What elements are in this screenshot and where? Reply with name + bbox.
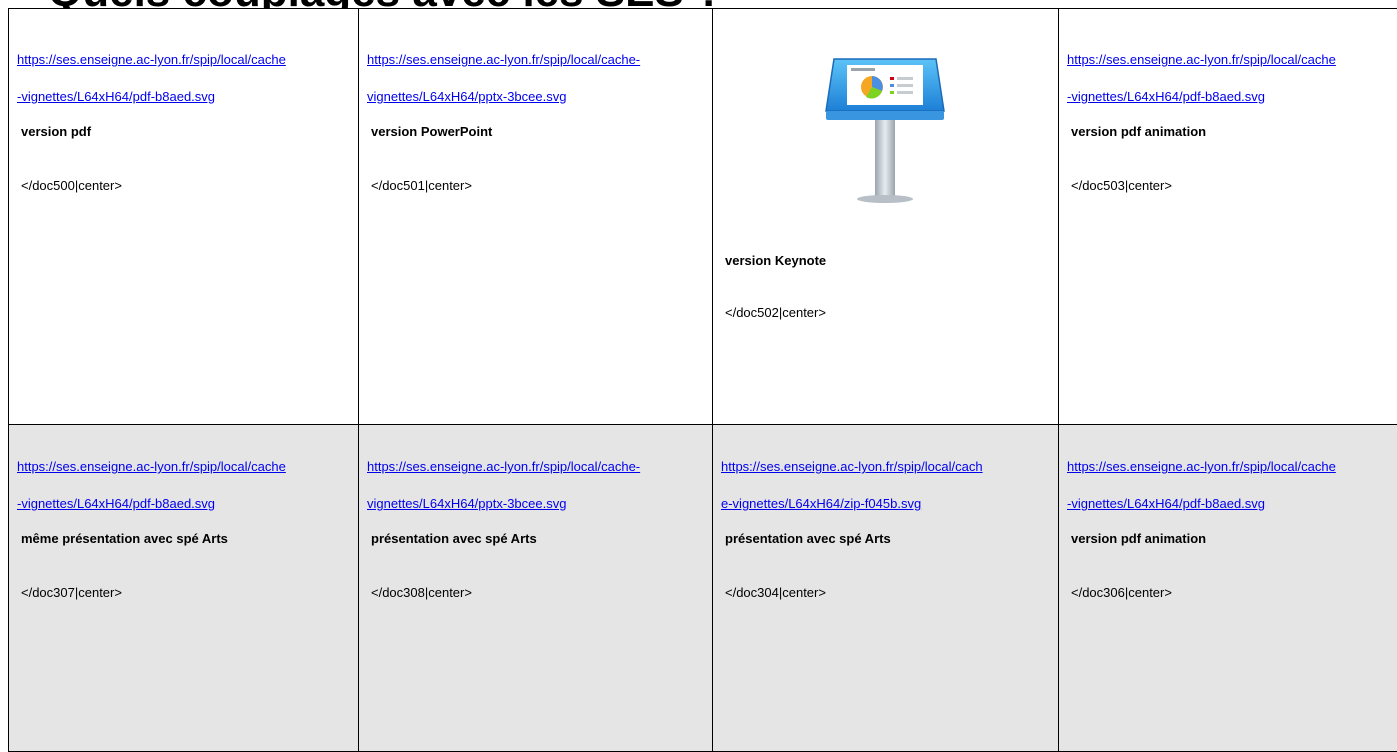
document-link[interactable]: https://ses.enseigne.ac-lyon.fr/spip/loc…	[1067, 41, 1390, 115]
document-link[interactable]: https://ses.enseigne.ac-lyon.fr/spip/loc…	[17, 41, 348, 115]
document-cell: version Keynote </doc502|center>	[713, 9, 1059, 425]
document-label: même présentation avec spé Arts	[21, 530, 348, 547]
document-code: </doc502|center>	[725, 304, 1048, 321]
document-link[interactable]: https://ses.enseigne.ac-lyon.fr/spip/loc…	[367, 41, 702, 115]
document-code: </doc307|center>	[21, 584, 348, 601]
document-code: </doc501|center>	[371, 177, 702, 194]
document-link[interactable]: https://ses.enseigne.ac-lyon.fr/spip/loc…	[17, 448, 348, 522]
document-code: </doc308|center>	[371, 584, 702, 601]
document-cell: https://ses.enseigne.ac-lyon.fr/spip/loc…	[9, 425, 359, 752]
document-cell: https://ses.enseigne.ac-lyon.fr/spip/loc…	[359, 9, 713, 425]
document-cell: https://ses.enseigne.ac-lyon.fr/spip/loc…	[359, 425, 713, 752]
document-label: version Keynote	[725, 252, 1048, 269]
document-label: version pdf animation	[1071, 530, 1390, 547]
document-cell: https://ses.enseigne.ac-lyon.fr/spip/loc…	[9, 9, 359, 425]
document-code: </doc503|center>	[1071, 177, 1390, 194]
document-link[interactable]: https://ses.enseigne.ac-lyon.fr/spip/loc…	[1067, 448, 1390, 522]
document-cell: https://ses.enseigne.ac-lyon.fr/spip/loc…	[713, 425, 1059, 752]
document-link[interactable]: https://ses.enseigne.ac-lyon.fr/spip/loc…	[721, 448, 1048, 522]
table-row: https://ses.enseigne.ac-lyon.fr/spip/loc…	[9, 9, 1397, 425]
keynote-icon[interactable]	[820, 47, 950, 207]
document-cell: https://ses.enseigne.ac-lyon.fr/spip/loc…	[1059, 425, 1397, 752]
document-label: version pdf animation	[1071, 123, 1390, 140]
document-label: version PowerPoint	[371, 123, 702, 140]
document-code: </doc304|center>	[725, 584, 1048, 601]
document-cell: https://ses.enseigne.ac-lyon.fr/spip/loc…	[1059, 9, 1397, 425]
table-row: https://ses.enseigne.ac-lyon.fr/spip/loc…	[9, 425, 1397, 752]
document-code: </doc306|center>	[1071, 584, 1390, 601]
document-label: présentation avec spé Arts	[371, 530, 702, 547]
document-label: présentation avec spé Arts	[725, 530, 1048, 547]
document-code: </doc500|center>	[21, 177, 348, 194]
document-link[interactable]: https://ses.enseigne.ac-lyon.fr/spip/loc…	[367, 448, 702, 522]
document-label: version pdf	[21, 123, 348, 140]
documents-table: https://ses.enseigne.ac-lyon.fr/spip/loc…	[8, 8, 1397, 752]
